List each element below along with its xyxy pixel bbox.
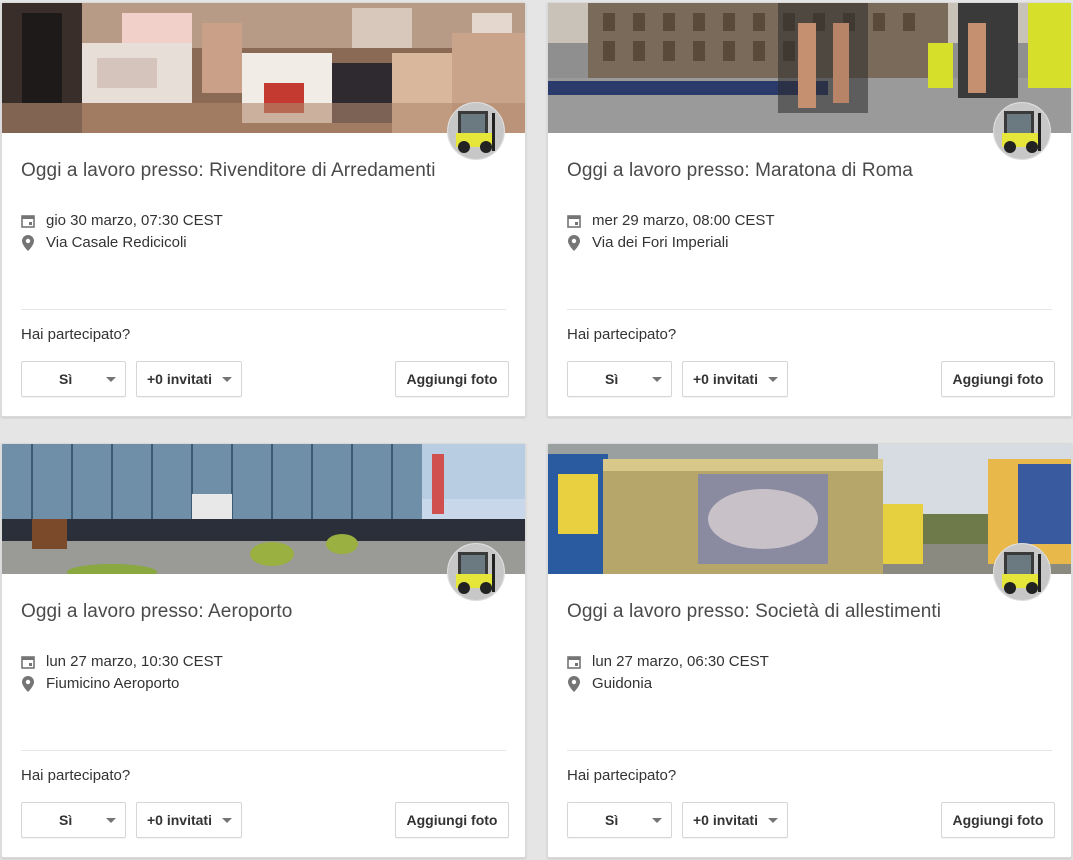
event-title[interactable]: Oggi a lavoro presso: Aeroporto xyxy=(21,601,292,623)
event-location-text: Guidonia xyxy=(592,675,653,692)
event-date-text: lun 27 marzo, 10:30 CEST xyxy=(46,653,223,670)
add-photo-button[interactable]: Aggiungi foto xyxy=(395,802,509,838)
chevron-down-icon xyxy=(106,377,116,382)
chevron-down-icon xyxy=(106,818,116,823)
event-card[interactable]: Oggi a lavoro presso: Rivenditore di Arr… xyxy=(1,2,526,417)
event-date: mer 29 marzo, 08:00 CEST xyxy=(567,212,775,229)
event-title[interactable]: Oggi a lavoro presso: Rivenditore di Arr… xyxy=(21,160,436,182)
calendar-icon xyxy=(567,654,581,670)
guests-dropdown[interactable]: +0 invitati xyxy=(682,361,788,397)
add-photo-button[interactable]: Aggiungi foto xyxy=(941,361,1055,397)
event-date: lun 27 marzo, 10:30 CEST xyxy=(21,653,223,670)
divider xyxy=(21,309,506,310)
divider xyxy=(21,750,506,751)
event-date-text: lun 27 marzo, 06:30 CEST xyxy=(592,653,769,670)
forklift-avatar xyxy=(447,102,505,160)
guests-dropdown[interactable]: +0 invitati xyxy=(136,361,242,397)
guests-label: +0 invitati xyxy=(147,371,212,387)
event-location-text: Fiumicino Aeroporto xyxy=(46,675,180,692)
guests-dropdown[interactable]: +0 invitati xyxy=(136,802,242,838)
rsvp-dropdown[interactable]: Sì xyxy=(21,361,126,397)
rsvp-dropdown[interactable]: Sì xyxy=(567,802,672,838)
event-location: Guidonia xyxy=(567,675,652,692)
event-title[interactable]: Oggi a lavoro presso: Società di allesti… xyxy=(567,601,941,623)
chevron-down-icon xyxy=(222,818,232,823)
calendar-icon xyxy=(21,213,35,229)
chevron-down-icon xyxy=(652,818,662,823)
forklift-avatar xyxy=(993,102,1051,160)
event-card[interactable]: Oggi a lavoro presso: Maratona di Roma m… xyxy=(547,2,1072,417)
rsvp-label: Sì xyxy=(59,371,73,387)
rsvp-label: Sì xyxy=(605,812,619,828)
event-cover-photo[interactable] xyxy=(548,3,1071,133)
guests-label: +0 invitati xyxy=(693,371,758,387)
location-pin-icon xyxy=(567,675,581,692)
event-card[interactable]: Oggi a lavoro presso: Società di allesti… xyxy=(547,443,1072,858)
rsvp-label: Sì xyxy=(59,812,73,828)
event-date: gio 30 marzo, 07:30 CEST xyxy=(21,212,223,229)
forklift-avatar xyxy=(993,543,1051,601)
calendar-icon xyxy=(567,213,581,229)
guests-label: +0 invitati xyxy=(147,812,212,828)
chevron-down-icon xyxy=(768,377,778,382)
attendance-question: Hai partecipato? xyxy=(21,326,131,343)
add-photo-button[interactable]: Aggiungi foto xyxy=(395,361,509,397)
event-date-text: gio 30 marzo, 07:30 CEST xyxy=(46,212,223,229)
location-pin-icon xyxy=(21,675,35,692)
attendance-question: Hai partecipato? xyxy=(567,767,677,784)
event-cover-photo[interactable] xyxy=(2,3,525,133)
chevron-down-icon xyxy=(768,818,778,823)
rsvp-label: Sì xyxy=(605,371,619,387)
forklift-avatar xyxy=(447,543,505,601)
event-location: Via Casale Redicicoli xyxy=(21,234,187,251)
attendance-question: Hai partecipato? xyxy=(21,767,131,784)
event-title[interactable]: Oggi a lavoro presso: Maratona di Roma xyxy=(567,160,913,182)
event-location: Fiumicino Aeroporto xyxy=(21,675,179,692)
event-date: lun 27 marzo, 06:30 CEST xyxy=(567,653,769,670)
event-location-text: Via dei Fori Imperiali xyxy=(592,234,729,251)
guests-label: +0 invitati xyxy=(693,812,758,828)
divider xyxy=(567,309,1052,310)
event-cover-photo[interactable] xyxy=(548,444,1071,574)
event-location: Via dei Fori Imperiali xyxy=(567,234,728,251)
guests-dropdown[interactable]: +0 invitati xyxy=(682,802,788,838)
location-pin-icon xyxy=(567,234,581,251)
chevron-down-icon xyxy=(652,377,662,382)
divider xyxy=(567,750,1052,751)
calendar-icon xyxy=(21,654,35,670)
event-card[interactable]: Oggi a lavoro presso: Aeroporto lun 27 m… xyxy=(1,443,526,858)
rsvp-dropdown[interactable]: Sì xyxy=(567,361,672,397)
location-pin-icon xyxy=(21,234,35,251)
event-location-text: Via Casale Redicicoli xyxy=(46,234,187,251)
attendance-question: Hai partecipato? xyxy=(567,326,677,343)
event-date-text: mer 29 marzo, 08:00 CEST xyxy=(592,212,775,229)
chevron-down-icon xyxy=(222,377,232,382)
add-photo-button[interactable]: Aggiungi foto xyxy=(941,802,1055,838)
rsvp-dropdown[interactable]: Sì xyxy=(21,802,126,838)
event-cover-photo[interactable] xyxy=(2,444,525,574)
